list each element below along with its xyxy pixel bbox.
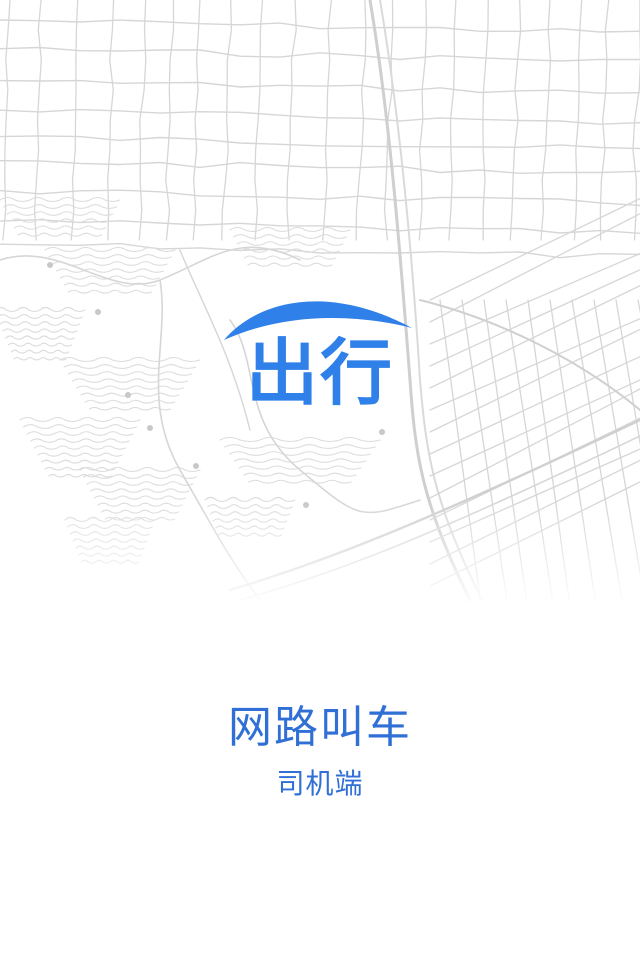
splash-screen: 出行 网路叫车 司机端 — [0, 0, 640, 960]
app-logo: 出行 — [0, 284, 640, 424]
app-title: 网路叫车 — [228, 702, 412, 753]
logo-text: 出行 — [245, 331, 394, 415]
app-subtitle: 司机端 — [276, 767, 364, 800]
